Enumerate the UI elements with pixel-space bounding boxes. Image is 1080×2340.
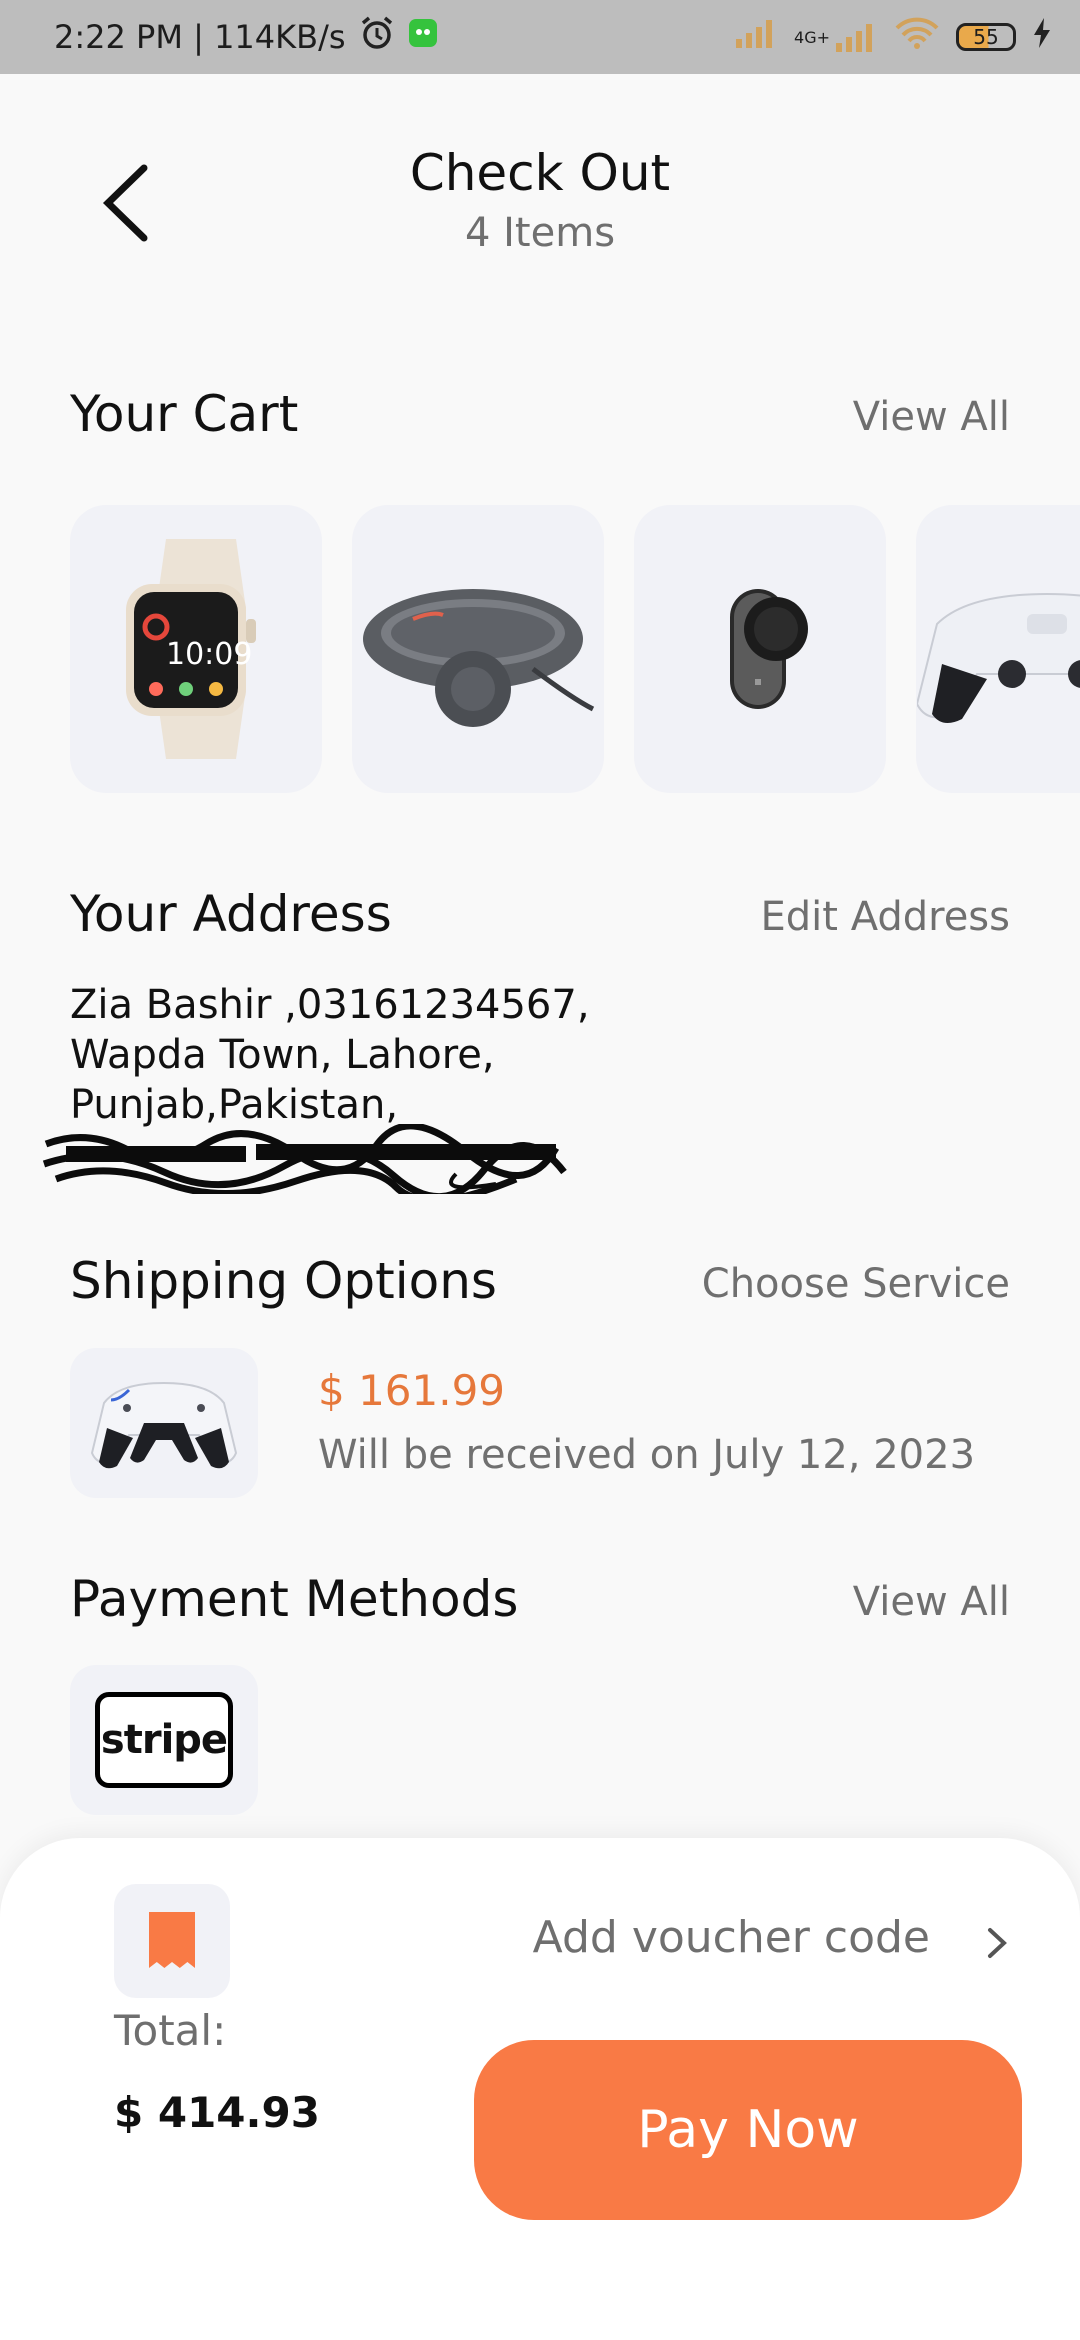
cart-item-watch[interactable]: 10:09 (70, 505, 322, 793)
shipping-item-thumb (70, 1348, 258, 1498)
smart-watch-image: 10:09 (126, 539, 256, 759)
choose-service-link[interactable]: Choose Service (702, 1261, 1010, 1307)
stripe-logo: stripe (95, 1692, 233, 1788)
payment-title: Payment Methods (70, 1570, 519, 1628)
payment-view-all-link[interactable]: View All (853, 1579, 1010, 1625)
cart-item-controller[interactable] (916, 505, 1080, 793)
watch-time: 10:09 (166, 637, 252, 672)
wifi-icon (894, 16, 940, 58)
pay-now-button[interactable]: Pay Now (474, 2040, 1022, 2220)
voucher-icon (149, 1912, 195, 1968)
cart-title: Your Cart (70, 385, 299, 443)
redaction-scribble (42, 1124, 567, 1194)
remote-device-image (730, 589, 808, 709)
signal-icon (734, 17, 778, 57)
checkout-sheet: Add voucher code Total: $ 414.93 Pay Now (0, 1838, 1080, 2340)
address-text: Zia Bashir ,03161234567, Wapda Town, Lah… (70, 980, 590, 1130)
header: Check Out 4 Items (0, 74, 1080, 274)
battery-level: 55 (973, 25, 999, 49)
game-controller-image (917, 592, 1080, 723)
charging-icon (1032, 17, 1052, 57)
alarm-icon (358, 14, 396, 60)
voucher-code-link[interactable]: Add voucher code (533, 1912, 930, 1963)
item-count: 4 Items (464, 210, 616, 256)
cart-items-list[interactable]: 10:09 (70, 505, 1080, 795)
delivery-date: Will be received on July 12, 2023 (318, 1432, 976, 1478)
chevron-right-icon[interactable] (982, 1918, 1012, 1968)
app-notification-icon (408, 18, 438, 56)
network-label: 4G+ (794, 27, 830, 47)
address-line: Wapda Town, Lahore, (70, 1032, 495, 1078)
page-title: Check Out (409, 144, 671, 202)
edit-address-link[interactable]: Edit Address (761, 894, 1010, 940)
total-label: Total: (114, 2006, 227, 2055)
voucher-button[interactable] (114, 1884, 230, 1998)
cart-item-headphones[interactable] (352, 505, 604, 793)
cart-item-remote[interactable] (634, 505, 886, 793)
headphones-image (363, 589, 595, 727)
payment-method-stripe[interactable]: stripe (70, 1665, 258, 1815)
status-time: 2:22 PM | 114KB/s (54, 18, 346, 56)
cart-view-all-link[interactable]: View All (853, 394, 1010, 440)
shipping-price: $ 161.99 (318, 1366, 506, 1415)
address-line: Punjab,Pakistan, (70, 1082, 399, 1128)
shipping-title: Shipping Options (70, 1252, 497, 1310)
game-controller-image (90, 1381, 238, 1469)
battery-icon: 55 (956, 23, 1016, 51)
status-bar: 2:22 PM | 114KB/s 4G+ 55 (0, 0, 1080, 74)
address-title: Your Address (70, 885, 392, 943)
signal-4g-icon: 4G+ (794, 21, 878, 53)
address-line: Zia Bashir ,03161234567, (70, 982, 590, 1028)
total-amount: $ 414.93 (114, 2088, 320, 2137)
